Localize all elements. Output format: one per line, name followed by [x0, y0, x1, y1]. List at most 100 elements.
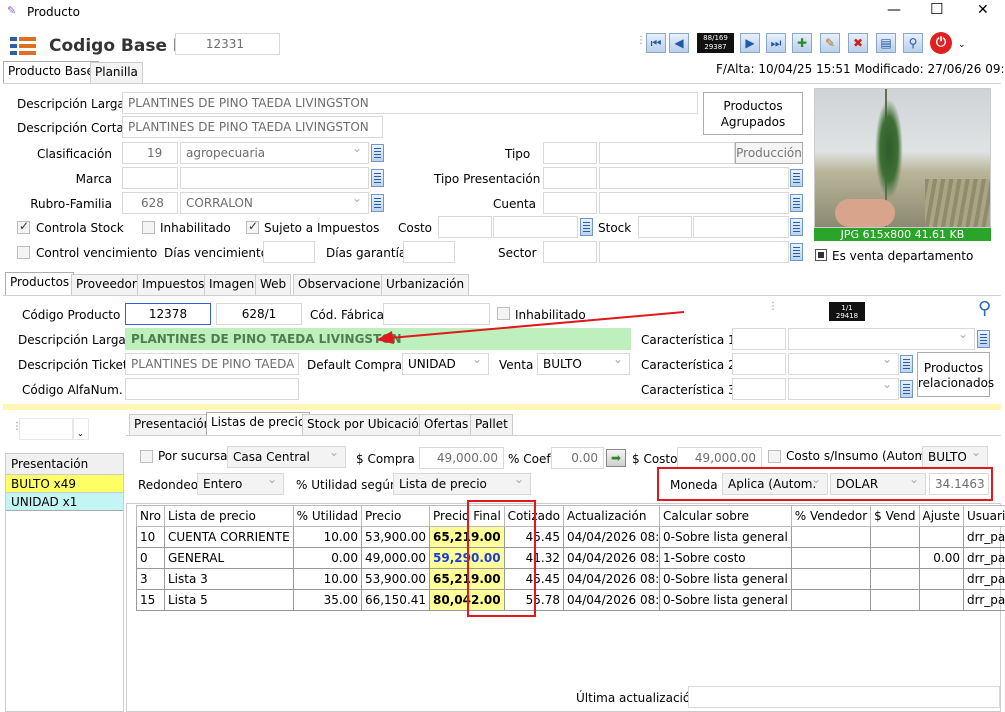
- sector-code[interactable]: [543, 241, 597, 263]
- tipo-presentacion-code[interactable]: [543, 167, 597, 189]
- last-record-button[interactable]: ⏭: [766, 33, 786, 53]
- costo-insumo-checkbox[interactable]: [768, 450, 781, 463]
- alfanum-field[interactable]: [125, 378, 299, 400]
- first-record-button[interactable]: ⏮: [646, 33, 666, 53]
- col-actualizacion[interactable]: Actualización: [562, 505, 660, 527]
- tab-presentacion[interactable]: Presentación: [129, 414, 217, 435]
- delete-icon[interactable]: ✖: [848, 33, 868, 53]
- tab-web[interactable]: Web: [255, 274, 292, 295]
- table-row[interactable]: 3 Lista 3 10.00 53,900.00 65,219.00 45.4…: [136, 568, 1005, 590]
- costo-list-icon[interactable]: [580, 218, 593, 236]
- redondeo-select[interactable]: Entero: [197, 473, 284, 495]
- col-vendedor[interactable]: % Vendedor: [790, 505, 872, 527]
- table-row[interactable]: 15 Lista 5 35.00 66,150.41 80,042.00 55.…: [136, 589, 1005, 611]
- tipo-code[interactable]: [543, 142, 597, 164]
- tab-productos[interactable]: Productos: [5, 272, 75, 295]
- marca-select[interactable]: [180, 167, 369, 189]
- caracteristica-1-list-icon[interactable]: [977, 330, 990, 348]
- search-icon[interactable]: ⚲: [903, 33, 923, 53]
- cuenta-code[interactable]: [543, 192, 597, 214]
- caracteristica-3-list-icon[interactable]: [900, 380, 913, 398]
- costo-field-2[interactable]: [493, 216, 578, 238]
- tab-proveedor[interactable]: Proveedor: [71, 274, 142, 295]
- caracteristica-1-select[interactable]: [788, 328, 975, 350]
- ultima-actualizacion-field[interactable]: [688, 686, 1000, 708]
- add-record-icon[interactable]: ✚: [792, 33, 812, 53]
- codigo-sub-field[interactable]: 628/1: [216, 303, 302, 325]
- caracteristica-2-list-icon[interactable]: [900, 355, 913, 373]
- minimize-button[interactable]: —: [887, 2, 901, 18]
- code-base-field[interactable]: 12331: [175, 33, 280, 55]
- table-row[interactable]: 10 CUENTA CORRIENTE 10.00 53,900.00 65,2…: [136, 526, 1005, 548]
- codigo-producto-field[interactable]: 12378: [125, 303, 211, 325]
- side-menu-icon[interactable]: ⌄: [77, 429, 84, 438]
- prev-record-button[interactable]: ◀: [669, 33, 689, 53]
- desc-corta-field[interactable]: PLANTINES DE PINO TAEDA LIVINGSTON: [122, 116, 383, 138]
- clasificacion-select[interactable]: agropecuaria: [180, 142, 369, 164]
- tipo-presentacion-list-icon[interactable]: [790, 169, 803, 187]
- control-vencimiento-checkbox[interactable]: [17, 246, 30, 259]
- rubro-code[interactable]: 628: [122, 192, 178, 214]
- close-button[interactable]: ✕: [977, 2, 989, 18]
- default-compra-select[interactable]: UNIDAD: [402, 353, 489, 375]
- col-vend[interactable]: $ Vend: [870, 505, 920, 527]
- produccion-button[interactable]: Producción: [735, 142, 803, 164]
- utilidad-select[interactable]: Lista de precio: [393, 473, 531, 495]
- tab-pallet[interactable]: Pallet: [470, 414, 513, 435]
- product-image[interactable]: [814, 88, 991, 228]
- compra-field[interactable]: 49,000.00: [419, 447, 504, 469]
- por-sucursal-checkbox[interactable]: [140, 450, 153, 463]
- col-utilidad[interactable]: % Utilidad: [292, 505, 362, 527]
- exit-icon[interactable]: ⏻: [930, 32, 952, 54]
- table-row[interactable]: 0 GENERAL 0.00 49,000.00 59,290.00 41.32…: [136, 547, 1005, 569]
- tab-impuestos[interactable]: Impuestos: [137, 274, 210, 295]
- caracteristica-1-code[interactable]: [732, 328, 786, 350]
- tab-listas-precio[interactable]: Listas de precio: [206, 412, 311, 435]
- controla-stock-checkbox[interactable]: [17, 219, 30, 234]
- tab-observaciones[interactable]: Observaciones: [293, 274, 392, 295]
- col-precio[interactable]: Precio: [360, 505, 431, 527]
- tab-urbanizacion[interactable]: Urbanización: [381, 274, 470, 295]
- tab-stock-ubicacion[interactable]: Stock por Ubicación: [302, 414, 432, 435]
- sucursal-select[interactable]: Casa Central: [227, 446, 346, 468]
- toolbar-menu-icon[interactable]: ⌄: [958, 40, 966, 50]
- stock-list-icon[interactable]: [790, 218, 803, 236]
- es-venta-checkbox[interactable]: [815, 249, 827, 261]
- maximize-button[interactable]: ☐: [930, 0, 943, 18]
- costo-field-1[interactable]: [438, 216, 492, 238]
- stock-field-2[interactable]: [693, 216, 789, 238]
- tab-planilla[interactable]: Planilla: [90, 62, 143, 83]
- col-ajuste[interactable]: Ajuste: [918, 505, 965, 527]
- ticket-field[interactable]: PLANTINES DE PINO TAEDA L: [125, 353, 299, 375]
- marca-code[interactable]: [122, 167, 178, 189]
- apply-coef-icon[interactable]: ➡: [606, 449, 626, 467]
- caracteristica-3-select[interactable]: [788, 378, 899, 400]
- tipo-presentacion-select[interactable]: [599, 167, 789, 189]
- dias-garantia-field[interactable]: [403, 241, 455, 263]
- col-nro[interactable]: Nro: [136, 505, 165, 527]
- sector-list-icon[interactable]: [790, 243, 803, 261]
- col-usuario[interactable]: Usuario: [963, 505, 1005, 527]
- costo-precio-field[interactable]: 49,000.00: [677, 447, 762, 469]
- dias-vencimiento-field[interactable]: [263, 241, 315, 263]
- tab-imagen[interactable]: Imagen: [204, 274, 260, 295]
- sector-select[interactable]: [599, 241, 789, 263]
- col-calcular[interactable]: Calcular sobre: [658, 505, 792, 527]
- side-item-bulto[interactable]: BULTO x49: [6, 475, 123, 493]
- tab-ofertas[interactable]: Ofertas: [419, 414, 474, 435]
- tab-producto-base[interactable]: Producto Base: [3, 61, 99, 84]
- side-small-field[interactable]: [19, 418, 73, 440]
- desc-larga-field[interactable]: PLANTINES DE PINO TAEDA LIVINGSTON: [122, 92, 698, 114]
- print-icon[interactable]: ▤: [876, 33, 896, 53]
- cuenta-select[interactable]: [599, 192, 789, 214]
- rubro-list-icon[interactable]: [371, 194, 384, 212]
- tipo-select[interactable]: [599, 142, 735, 164]
- cuenta-list-icon[interactable]: [790, 194, 803, 212]
- inhabilitado-checkbox[interactable]: [142, 221, 155, 234]
- coef-field[interactable]: 0.00: [551, 447, 604, 469]
- next-record-button[interactable]: ▶: [740, 33, 760, 53]
- side-item-unidad[interactable]: UNIDAD x1: [6, 493, 123, 511]
- clasificacion-code[interactable]: 19: [122, 142, 178, 164]
- edit-icon[interactable]: ✎: [820, 33, 840, 53]
- prod-search-icon[interactable]: ⚲: [978, 298, 1000, 320]
